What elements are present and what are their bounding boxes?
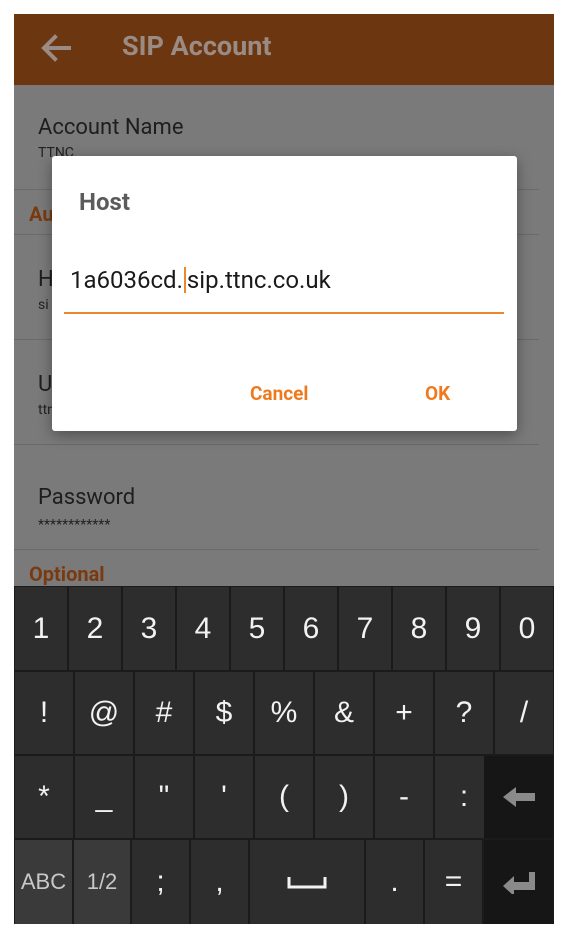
key-comma[interactable]: , bbox=[191, 840, 248, 924]
host-input-text-before: 1a6036cd. bbox=[70, 266, 183, 294]
key-equals[interactable]: = bbox=[425, 840, 482, 924]
key-hash[interactable]: # bbox=[135, 672, 193, 754]
key-period[interactable]: . bbox=[366, 840, 423, 924]
enter-key[interactable] bbox=[484, 840, 553, 924]
account-name-label: Account Name bbox=[38, 115, 184, 140]
cancel-button[interactable]: Cancel bbox=[250, 382, 308, 405]
back-button[interactable] bbox=[36, 28, 76, 68]
key-0[interactable]: 0 bbox=[501, 587, 553, 670]
page-title: SIP Account bbox=[122, 30, 272, 62]
text-caret bbox=[183, 267, 186, 293]
key-at[interactable]: @ bbox=[75, 672, 133, 754]
key-open-paren[interactable]: ( bbox=[255, 756, 313, 838]
key-5[interactable]: 5 bbox=[231, 587, 283, 670]
key-semicolon[interactable]: ; bbox=[132, 840, 189, 924]
key-close-paren[interactable]: ) bbox=[315, 756, 373, 838]
key-8[interactable]: 8 bbox=[393, 587, 445, 670]
key-6[interactable]: 6 bbox=[285, 587, 337, 670]
key-3[interactable]: 3 bbox=[123, 587, 175, 670]
symbols-page-key[interactable]: 1/2 bbox=[74, 840, 130, 924]
username-label: U bbox=[38, 372, 53, 397]
key-minus[interactable]: - bbox=[375, 756, 433, 838]
space-key[interactable] bbox=[250, 840, 364, 924]
arrow-left-icon bbox=[41, 34, 71, 62]
host-input-text-after: sip.ttnc.co.uk bbox=[186, 266, 331, 294]
key-question[interactable]: ? bbox=[435, 672, 493, 754]
host-input[interactable]: 1a6036cd. sip.ttnc.co.uk bbox=[64, 258, 504, 314]
password-label: Password bbox=[38, 485, 136, 510]
key-underscore[interactable]: _ bbox=[75, 756, 133, 838]
key-dollar[interactable]: $ bbox=[195, 672, 253, 754]
backspace-key[interactable] bbox=[484, 756, 553, 838]
key-4[interactable]: 4 bbox=[177, 587, 229, 670]
host-summary: si bbox=[38, 297, 49, 313]
enter-icon bbox=[502, 872, 535, 894]
key-1[interactable]: 1 bbox=[15, 587, 67, 670]
section-authentication: Au bbox=[29, 202, 54, 226]
key-9[interactable]: 9 bbox=[447, 587, 499, 670]
key-slash[interactable]: / bbox=[495, 672, 553, 754]
key-plus[interactable]: + bbox=[375, 672, 433, 754]
key-single-quote[interactable]: ' bbox=[195, 756, 253, 838]
screen: SIP Account Account Name TTNC Au H si U … bbox=[14, 14, 554, 924]
key-percent[interactable]: % bbox=[255, 672, 313, 754]
ok-button[interactable]: OK bbox=[425, 382, 450, 405]
key-double-quote[interactable]: " bbox=[135, 756, 193, 838]
key-2[interactable]: 2 bbox=[69, 587, 121, 670]
password-value: ************ bbox=[38, 517, 111, 533]
key-asterisk[interactable]: * bbox=[15, 756, 73, 838]
abc-key[interactable]: ABC bbox=[15, 840, 72, 924]
section-optional: Optional bbox=[29, 562, 105, 586]
backspace-icon bbox=[502, 787, 535, 807]
soft-keyboard: 1 2 3 4 5 6 7 8 9 0 ! @ # $ % & + ? / * … bbox=[14, 586, 554, 924]
host-dialog: Host 1a6036cd. sip.ttnc.co.uk Cancel OK bbox=[52, 156, 517, 431]
key-7[interactable]: 7 bbox=[339, 587, 391, 670]
key-ampersand[interactable]: & bbox=[315, 672, 373, 754]
space-bar-icon bbox=[287, 877, 327, 889]
password-row[interactable]: Password ************ bbox=[14, 445, 539, 550]
dialog-title: Host bbox=[79, 188, 130, 216]
key-exclamation[interactable]: ! bbox=[15, 672, 73, 754]
app-bar: SIP Account bbox=[14, 14, 554, 85]
